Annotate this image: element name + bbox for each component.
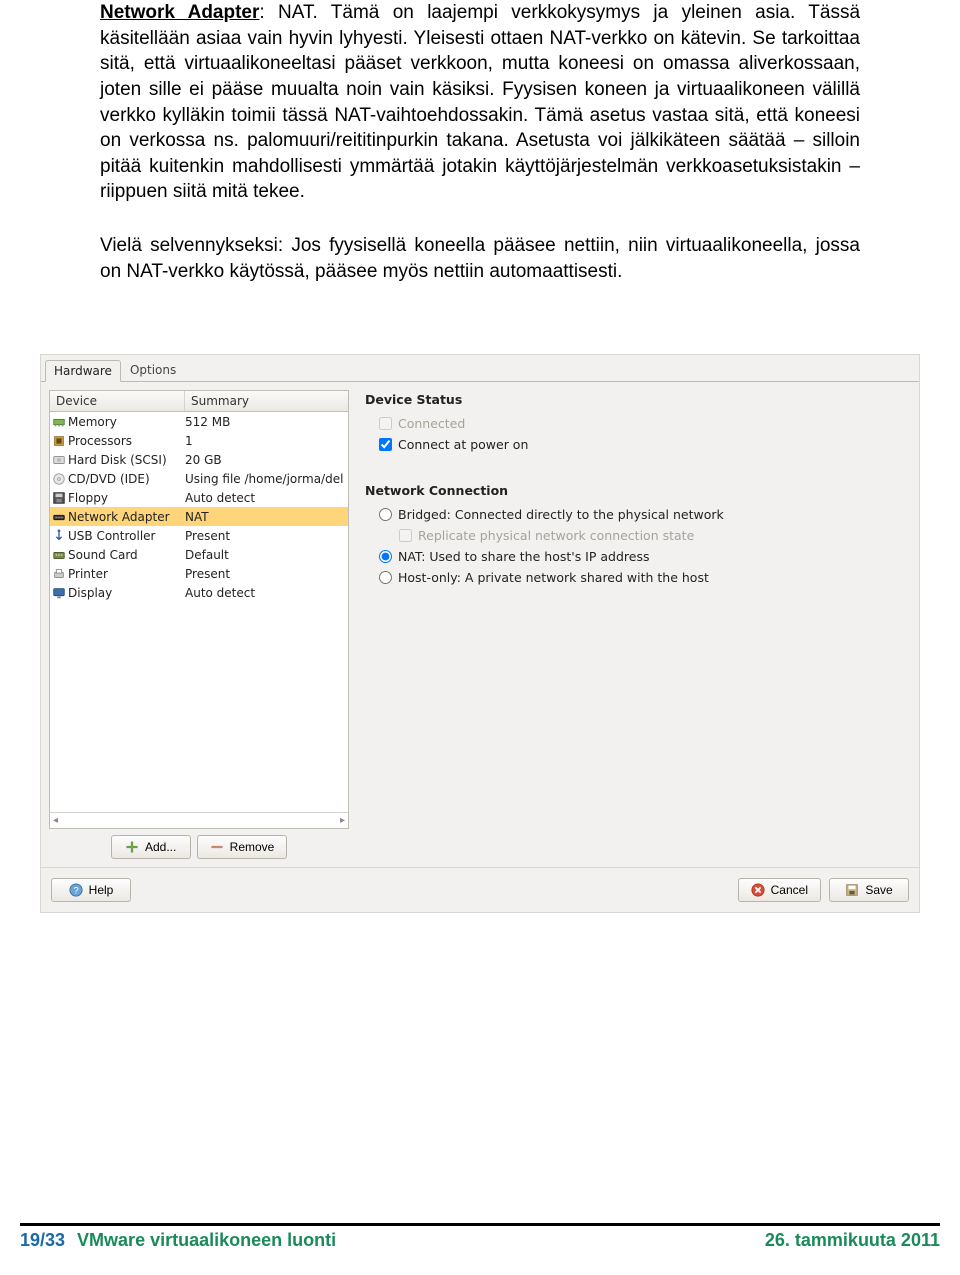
device-summary: 512 MB — [185, 415, 348, 429]
table-row[interactable]: CD/DVD (IDE)Using file /home/jorma/del — [50, 469, 348, 488]
network-connection-title: Network Connection — [365, 483, 911, 498]
device-status-title: Device Status — [365, 392, 911, 407]
nat-row[interactable]: NAT: Used to share the host's IP address — [365, 546, 911, 567]
display-icon — [50, 586, 68, 600]
hostonly-row[interactable]: Host-only: A private network shared with… — [365, 567, 911, 588]
connect-at-power-on-row[interactable]: Connect at power on — [365, 434, 911, 455]
nat-radio[interactable] — [379, 550, 392, 563]
plus-icon — [125, 840, 139, 854]
device-summary: Present — [185, 567, 348, 581]
minus-icon — [210, 840, 224, 854]
device-name: Processors — [68, 434, 185, 448]
device-summary: NAT — [185, 510, 348, 524]
vmware-settings-dialog: Hardware Options Device Summary Memory51… — [40, 354, 920, 913]
save-button[interactable]: Save — [829, 878, 909, 902]
table-row[interactable]: USB ControllerPresent — [50, 526, 348, 545]
table-row[interactable]: DisplayAuto detect — [50, 583, 348, 602]
device-name: Network Adapter — [68, 510, 185, 524]
device-name: Printer — [68, 567, 185, 581]
paragraph-2: Vielä selvennykseksi: Jos fyysisellä kon… — [100, 233, 860, 284]
dialog-button-bar: ? Help Cancel Save — [41, 867, 919, 912]
footer-rule — [20, 1223, 940, 1226]
table-row[interactable]: Network AdapterNAT — [50, 507, 348, 526]
connected-row: Connected — [365, 413, 911, 434]
horizontal-scrollbar[interactable]: ◂▸ — [50, 812, 348, 828]
device-table-header: Device Summary — [50, 391, 348, 412]
footer-page: 19/33 — [20, 1230, 65, 1251]
col-device[interactable]: Device — [50, 391, 185, 411]
save-icon — [845, 883, 859, 897]
table-row[interactable]: Hard Disk (SCSI)20 GB — [50, 450, 348, 469]
add-button[interactable]: Add... — [111, 835, 191, 859]
device-summary: Using file /home/jorma/del — [185, 472, 348, 486]
device-summary: 1 — [185, 434, 348, 448]
col-summary[interactable]: Summary — [185, 391, 348, 411]
bridged-row[interactable]: Bridged: Connected directly to the physi… — [365, 504, 911, 525]
device-summary: 20 GB — [185, 453, 348, 467]
table-row[interactable]: FloppyAuto detect — [50, 488, 348, 507]
device-name: Display — [68, 586, 185, 600]
device-summary: Present — [185, 529, 348, 543]
replicate-checkbox — [399, 529, 412, 542]
floppy-icon — [50, 491, 68, 505]
table-row[interactable]: Processors1 — [50, 431, 348, 450]
sound-icon — [50, 548, 68, 562]
page-footer: 19/33 VMware virtuaalikoneen luonti 26. … — [0, 1223, 960, 1251]
device-name: CD/DVD (IDE) — [68, 472, 185, 486]
tab-hardware[interactable]: Hardware — [45, 360, 121, 382]
connected-checkbox — [379, 417, 392, 430]
para1-heading: Network Adapter — [100, 2, 259, 23]
paragraph-1: Network Adapter: NAT. Tämä on laajempi v… — [100, 0, 860, 205]
svg-text:?: ? — [73, 886, 78, 897]
cancel-icon — [751, 883, 765, 897]
table-row[interactable]: Sound CardDefault — [50, 545, 348, 564]
device-settings-pane: Device Status Connected Connect at power… — [365, 390, 911, 859]
cd-icon — [50, 472, 68, 486]
help-icon: ? — [69, 883, 83, 897]
tabs: Hardware Options — [41, 355, 919, 381]
tab-options[interactable]: Options — [121, 359, 185, 381]
device-summary: Default — [185, 548, 348, 562]
table-row[interactable]: Memory512 MB — [50, 412, 348, 431]
device-name: Sound Card — [68, 548, 185, 562]
memory-icon — [50, 415, 68, 429]
bridged-radio[interactable] — [379, 508, 392, 521]
para1-body: : NAT. Tämä on laajempi verkkokysymys ja… — [100, 2, 860, 202]
device-list-pane: Device Summary Memory512 MBProcessors1Ha… — [49, 390, 349, 859]
cpu-icon — [50, 434, 68, 448]
disk-icon — [50, 453, 68, 467]
table-row[interactable]: PrinterPresent — [50, 564, 348, 583]
cancel-button[interactable]: Cancel — [738, 878, 821, 902]
usb-icon — [50, 529, 68, 543]
device-name: Floppy — [68, 491, 185, 505]
device-name: Memory — [68, 415, 185, 429]
hostonly-radio[interactable] — [379, 571, 392, 584]
footer-title: VMware virtuaalikoneen luonti — [77, 1230, 336, 1251]
device-table[interactable]: Device Summary Memory512 MBProcessors1Ha… — [49, 390, 349, 829]
network-icon — [50, 510, 68, 524]
device-name: USB Controller — [68, 529, 185, 543]
footer-date: 26. tammikuuta 2011 — [765, 1230, 940, 1251]
device-summary: Auto detect — [185, 491, 348, 505]
printer-icon — [50, 567, 68, 581]
replicate-row: Replicate physical network connection st… — [365, 525, 911, 546]
remove-button[interactable]: Remove — [197, 835, 288, 859]
device-summary: Auto detect — [185, 586, 348, 600]
help-button[interactable]: ? Help — [51, 878, 131, 902]
device-name: Hard Disk (SCSI) — [68, 453, 185, 467]
connect-at-power-on-checkbox[interactable] — [379, 438, 392, 451]
